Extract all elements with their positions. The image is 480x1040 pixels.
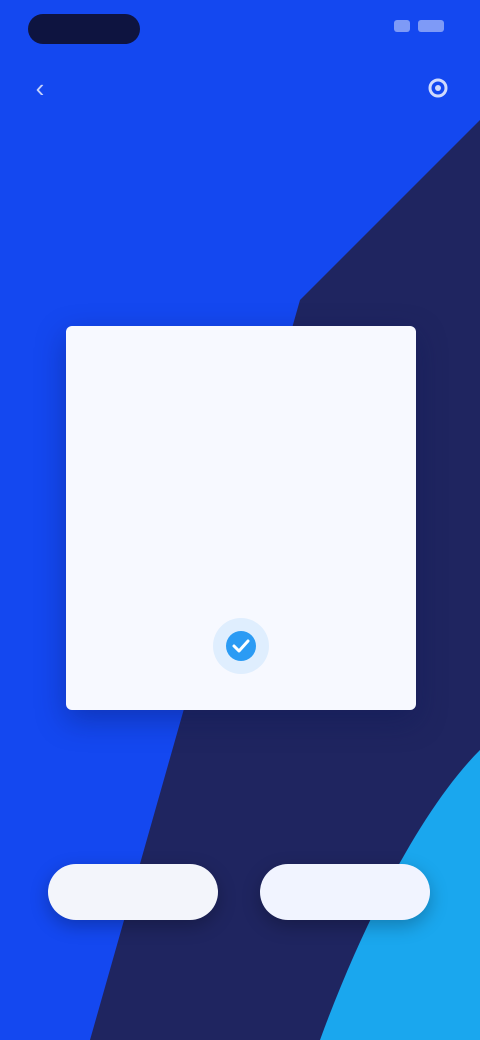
status-time — [28, 14, 140, 44]
status-icons — [394, 20, 444, 32]
back-button[interactable]: ‹ — [22, 70, 58, 106]
check-circle-icon — [226, 631, 256, 661]
battery-icon — [418, 20, 444, 32]
gear-icon — [428, 78, 448, 98]
secondary-action-button[interactable] — [48, 864, 218, 920]
app-header: ‹ — [0, 60, 480, 116]
settings-button[interactable] — [418, 68, 458, 108]
signal-icon — [394, 20, 410, 32]
content-card — [66, 326, 416, 710]
status-bar — [0, 0, 480, 60]
primary-action-button[interactable] — [260, 864, 430, 920]
arrow-left-icon: ‹ — [35, 72, 45, 103]
card-action-button[interactable] — [213, 618, 269, 674]
